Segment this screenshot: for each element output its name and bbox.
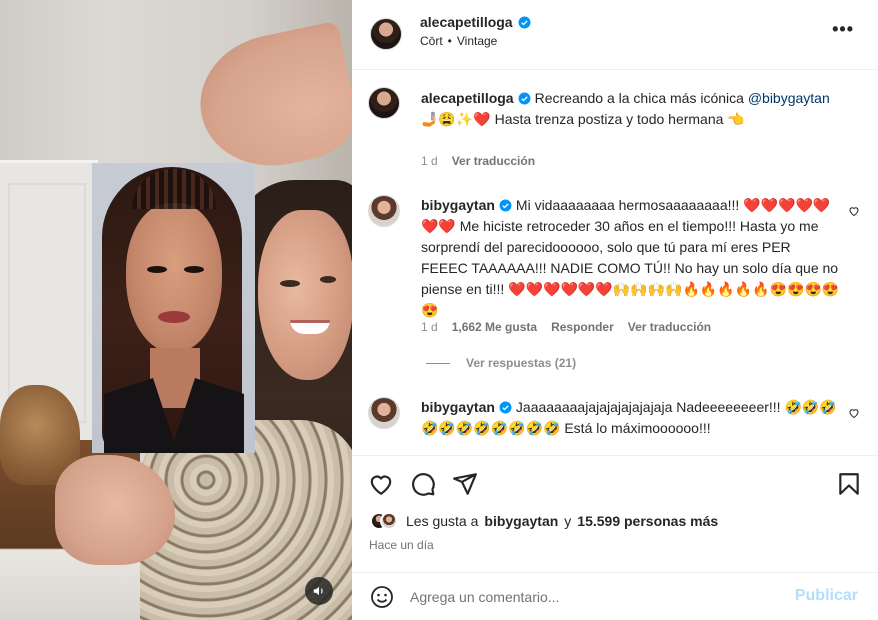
comment-meta: 1 d 1,662 Me gusta Responder Ver traducc… <box>421 320 711 334</box>
verified-icon <box>518 16 531 28</box>
photo-eye <box>184 266 204 273</box>
replies-divider <box>426 362 450 364</box>
caption-username[interactable]: alecapetilloga <box>421 90 514 106</box>
photo-lips <box>158 311 190 323</box>
likes-user[interactable]: bibygaytan <box>484 513 558 529</box>
likes-summary: Les gusta a bibygaytan y 15.599 personas… <box>370 512 718 530</box>
person-eye <box>320 276 336 283</box>
audio-tag[interactable]: Vintage <box>457 34 497 48</box>
likes-count[interactable]: 15.599 personas más <box>577 513 718 529</box>
audio-name[interactable]: Cōrt <box>420 34 443 48</box>
comment-username[interactable]: bibygaytan <box>421 399 495 415</box>
avatar[interactable] <box>368 195 400 227</box>
heart-icon[interactable] <box>848 407 860 419</box>
more-icon[interactable]: ••• <box>832 20 854 38</box>
publish-button[interactable]: Publicar <box>795 587 858 605</box>
caption-text: alecapetilloga Recreando a la chica más i… <box>421 88 841 130</box>
share-icon[interactable] <box>452 471 478 497</box>
avatar[interactable] <box>380 512 398 530</box>
post-time[interactable]: Hace un día <box>369 538 434 552</box>
post-header: alecapetilloga Cōrt • Vintage ••• <box>352 0 878 70</box>
post-panel: alecapetilloga Cōrt • Vintage ••• alecap… <box>352 0 878 620</box>
comment-icon[interactable] <box>410 471 436 497</box>
header-username[interactable]: alecapetilloga <box>420 14 531 30</box>
heart-icon[interactable] <box>368 471 394 497</box>
caption-time[interactable]: 1 d <box>421 154 438 168</box>
comment-input[interactable] <box>410 585 780 609</box>
comment-text: bibygaytan Jaaaaaaaajajajajajajajaja Nade… <box>421 397 841 439</box>
comment-likes[interactable]: 1,662 Me gusta <box>452 320 537 334</box>
likers-avatars <box>370 512 398 530</box>
translate-link[interactable]: Ver traducción <box>628 320 711 334</box>
action-bar <box>352 455 878 510</box>
verified-icon <box>518 92 531 105</box>
overlay-photo <box>92 163 255 453</box>
view-replies-button[interactable]: Ver respuestas (21) <box>426 356 576 370</box>
comments-list[interactable]: alecapetilloga Recreando a la chica más i… <box>352 71 878 455</box>
avatar[interactable] <box>368 397 400 429</box>
comment-time[interactable]: 1 d <box>421 320 438 334</box>
translate-link[interactable]: Ver traducción <box>452 154 535 168</box>
volume-icon <box>313 586 323 596</box>
emoji-icon[interactable] <box>370 585 394 609</box>
person-eye <box>280 280 300 287</box>
header-audio: Cōrt • Vintage <box>420 34 497 48</box>
save-icon[interactable] <box>836 471 862 497</box>
avatar[interactable] <box>368 87 400 119</box>
caption-mention[interactable]: @bibygaytan <box>748 90 830 106</box>
avatar[interactable] <box>370 18 402 50</box>
caption-body: Recreando a la chica más icónica <box>534 90 744 106</box>
heart-icon[interactable] <box>848 205 860 217</box>
reply-button[interactable]: Responder <box>551 320 614 334</box>
verified-icon <box>499 401 512 414</box>
photo-face <box>126 203 222 353</box>
username[interactable]: alecapetilloga <box>420 14 513 30</box>
likes-middle: y <box>564 513 572 529</box>
comment-username[interactable]: bibygaytan <box>421 197 495 213</box>
comment-text: bibygaytan Mi vidaaaaaaaa hermosaaaaaaaa!… <box>421 195 841 321</box>
verified-icon <box>499 199 512 212</box>
caption-meta: 1 d Ver traducción <box>421 154 535 168</box>
volume-button[interactable] <box>305 577 333 605</box>
add-comment-bar: Publicar <box>352 572 878 620</box>
person-face <box>258 210 352 380</box>
photo-eye <box>147 266 167 273</box>
caption-body-2: 🤳🏼😩✨❤️ Hasta trenza postiza y todo herma… <box>421 111 745 127</box>
view-replies-label: Ver respuestas (21) <box>466 356 577 370</box>
separator: • <box>447 34 452 48</box>
comment-body: Mi vidaaaaaaaa hermosaaaaaaaa!!! ❤️❤️❤️❤… <box>421 197 840 318</box>
post-media[interactable] <box>0 0 352 620</box>
likes-prefix: Les gusta a <box>406 513 479 529</box>
